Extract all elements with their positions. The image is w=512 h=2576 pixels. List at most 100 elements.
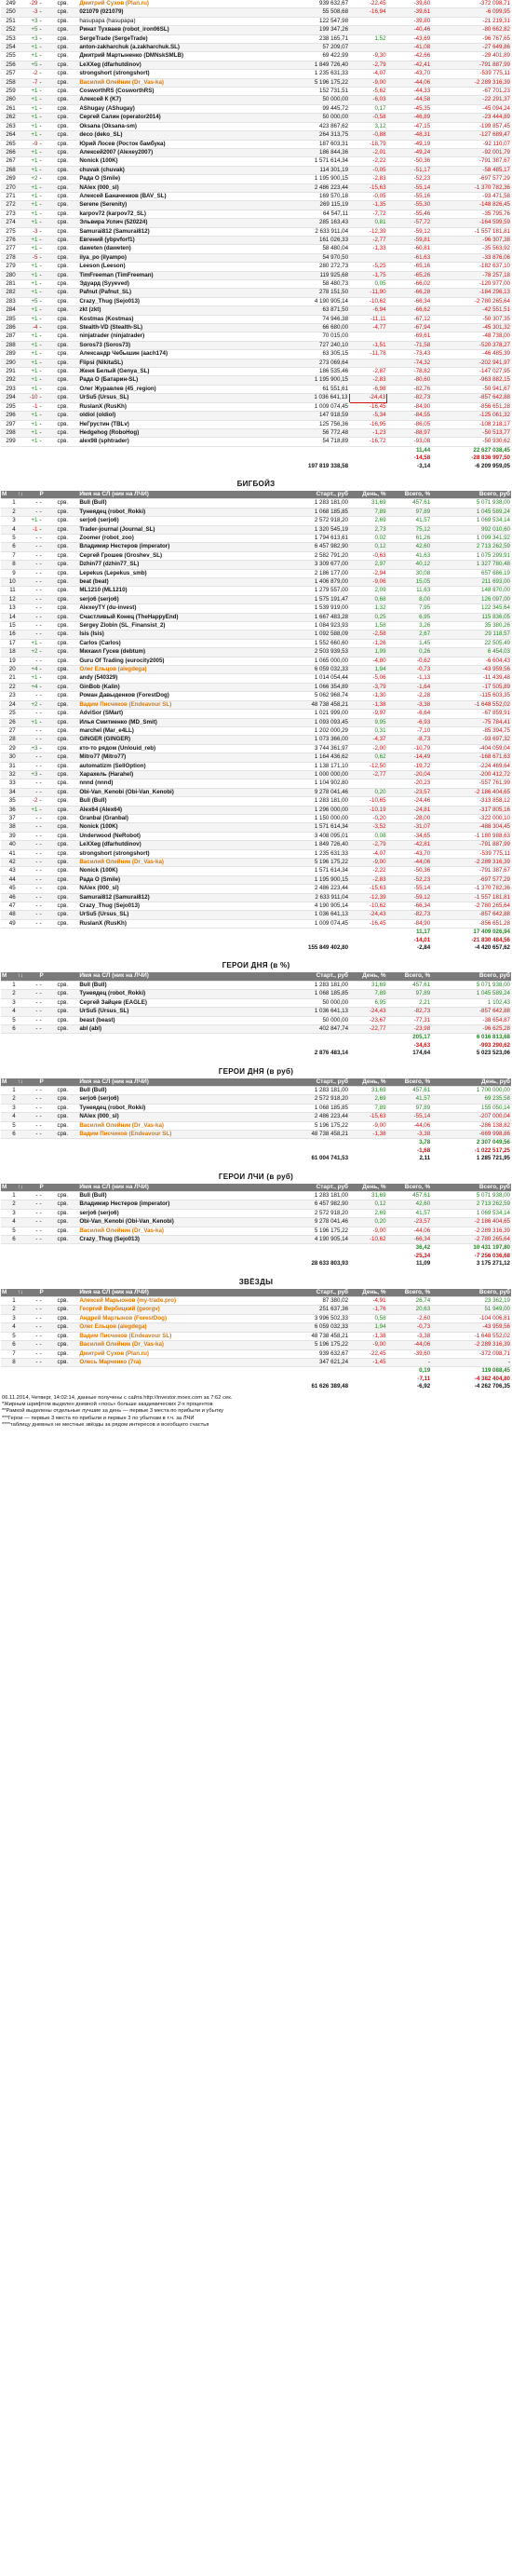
participant-name[interactable]: Guru Of Trading (eurocity2005) xyxy=(78,657,285,667)
participant-name[interactable]: UrSu5 (Ursus_SL) xyxy=(78,393,285,403)
participant-name[interactable]: Crazy_Thug (Sejo013) xyxy=(78,902,285,912)
participant-name[interactable]: UrSu5 (Ursus_SL) xyxy=(78,910,285,920)
participant-name[interactable]: Stealth-VD (Stealth-SL) xyxy=(78,323,285,333)
participant-name[interactable]: Алексей2007 (Alexey2007) xyxy=(78,148,285,158)
participant-name[interactable]: karpov72 (karpov72_SL) xyxy=(78,210,285,220)
column-header[interactable]: М xyxy=(1,1183,17,1192)
column-header[interactable]: Имя на СЛ (ник на ЛЧИ) xyxy=(78,1183,285,1192)
participant-name[interactable]: Ринат Тухваев (robot_iron06SL) xyxy=(78,25,285,35)
participant-name[interactable]: serjo6 (serjo6) xyxy=(78,595,285,605)
participant-name[interactable]: Женя Белый (Genya_SL) xyxy=(78,367,285,377)
participant-name[interactable]: ilya_po (ilyampo) xyxy=(78,253,285,264)
participant-name[interactable]: beat (beat) xyxy=(78,577,285,588)
participant-name[interactable]: НеГрустин (TBLv) xyxy=(78,420,285,429)
column-header[interactable] xyxy=(56,1183,79,1192)
participant-name[interactable]: Алексей К (K7) xyxy=(78,95,285,105)
participant-name[interactable]: marchel (Mar_e4LL) xyxy=(78,726,285,737)
participant-name[interactable]: GINGER (GINGER) xyxy=(78,735,285,745)
participant-name[interactable]: кто-то рядом (Unlouid_reb) xyxy=(78,744,285,754)
participant-name[interactable]: daweten (daweten) xyxy=(78,244,285,254)
participant-name[interactable]: Тунеядец (robot_Rokki) xyxy=(78,508,285,518)
column-header[interactable]: День, % xyxy=(349,1288,387,1298)
participant-name[interactable]: strongshort (strongshort) xyxy=(78,69,285,79)
participant-name[interactable]: Sergey Zlobin (SL_Finansist_2) xyxy=(78,621,285,631)
participant-name[interactable]: AdviSor (SMart) xyxy=(78,709,285,719)
participant-name[interactable]: NAlex (000_sl) xyxy=(78,183,285,193)
column-header[interactable]: Всего, руб xyxy=(431,1183,511,1192)
participant-name[interactable]: Андрей Мартынов (ForestDog) xyxy=(78,1314,285,1324)
participant-name[interactable]: LeXXeg (dfarhutdinov) xyxy=(78,61,285,71)
participant-name[interactable]: Рада О (Smile) xyxy=(78,875,285,886)
participant-name[interactable]: Олег Ельцов (alegdega) xyxy=(78,1322,285,1333)
participant-name[interactable]: RuslanX (RusKh) xyxy=(78,919,285,929)
participant-name[interactable]: Вадим Писчиков (Endeavour SL) xyxy=(78,700,285,711)
column-header[interactable]: Р xyxy=(38,1288,57,1298)
participant-name[interactable]: Олег Ельцов (alegdega) xyxy=(78,665,285,675)
participant-name[interactable]: Василий Олейник (Dr_Vas-ka) xyxy=(78,1227,285,1237)
column-header[interactable]: ↑↓ xyxy=(16,1183,39,1192)
participant-name[interactable]: Василий Олейник (Dr_Vas-ka) xyxy=(78,1340,285,1350)
column-header[interactable]: День, % xyxy=(349,490,387,500)
participant-name[interactable]: Leeson (Leeson) xyxy=(78,262,285,272)
participant-name[interactable]: Nonick (100K) xyxy=(78,866,285,876)
participant-name[interactable]: serjo6 (serjo6) xyxy=(78,1094,285,1105)
participant-name[interactable]: Trader-journal (Journal_SL) xyxy=(78,525,285,535)
column-header[interactable]: ↑↓ xyxy=(16,972,39,982)
column-header[interactable]: Всего, % xyxy=(386,972,432,982)
participant-name[interactable]: Дмитрий Сухов (Plan.ru) xyxy=(78,0,285,9)
column-header[interactable]: Имя на СЛ (ник на ЛЧИ) xyxy=(78,1288,285,1298)
participant-name[interactable]: Василий Олейник (Dr_Vas-ka) xyxy=(78,78,285,88)
participant-name[interactable]: zkt (zkt) xyxy=(78,305,285,316)
participant-name[interactable]: Bull (Bull) xyxy=(78,1191,285,1201)
participant-name[interactable]: Crazy_Thug (Sejo013) xyxy=(78,1235,285,1245)
participant-name[interactable]: NAlex (000_sl) xyxy=(78,884,285,894)
participant-name[interactable]: anton-zakharchuk (a.zakharchuk.SL) xyxy=(78,43,285,53)
participant-name[interactable]: AlexeyTY (du-invest) xyxy=(78,603,285,614)
participant-name[interactable]: Bull (Bull) xyxy=(78,981,285,991)
participant-name[interactable]: Underwood (NeRobot) xyxy=(78,832,285,842)
participant-name[interactable]: Счастливый Конец (TheHappyEnd) xyxy=(78,613,285,623)
participant-name[interactable]: Bull (Bull) xyxy=(78,1086,285,1096)
participant-name[interactable]: Роман Давыденков (ForestDog) xyxy=(78,691,285,701)
participant-name[interactable]: Илья Смитиенко (MD_Smit) xyxy=(78,718,285,727)
participant-name[interactable]: Харахель (Harahel) xyxy=(78,770,285,780)
participant-name[interactable]: Dzhin77 (dzhin77_SL) xyxy=(78,560,285,570)
participant-name[interactable]: Александр Чебышин (aach174) xyxy=(78,349,285,359)
column-header[interactable] xyxy=(56,1288,79,1298)
participant-name[interactable]: Дмитрий Мартыненко (DMNskSMLB) xyxy=(78,51,285,61)
participant-name[interactable]: Юрий Лосев (Росток бамбука) xyxy=(78,140,285,149)
participant-name[interactable]: Samurai812 (Samurai812) xyxy=(78,227,285,237)
participant-name[interactable]: Георгий Вербицкий (georgv) xyxy=(78,1305,285,1315)
column-header[interactable]: День, руб xyxy=(431,1078,511,1087)
participant-name[interactable]: Alex64 (Alex64) xyxy=(78,806,285,815)
column-header[interactable]: Всего, руб xyxy=(431,1288,511,1298)
participant-name[interactable]: Сергей Зайцев (EAGLE) xyxy=(78,998,285,1009)
participant-name[interactable]: Bull (Bull) xyxy=(78,796,285,807)
column-header[interactable]: Имя на СЛ (ник на ЛЧИ) xyxy=(78,1078,285,1087)
participant-name[interactable]: Рада О (Батарин-SL) xyxy=(78,375,285,386)
column-header[interactable]: Р xyxy=(38,972,57,982)
participant-name[interactable]: Сергей Салин (operator2014) xyxy=(78,113,285,123)
participant-name[interactable]: ML1210 (ML1210) xyxy=(78,586,285,596)
participant-name[interactable]: Nonick (100K) xyxy=(78,822,285,833)
participant-name[interactable]: serjo6 (serjo6) xyxy=(78,1209,285,1219)
participant-name[interactable]: Вадим Писчиков (Endeavour SL) xyxy=(78,1332,285,1342)
column-header[interactable]: День, % xyxy=(349,1183,387,1192)
participant-name[interactable]: Pafnut (Pafnut_SL) xyxy=(78,288,285,298)
column-header[interactable]: М xyxy=(1,490,17,500)
column-header[interactable]: М xyxy=(1,972,17,982)
column-header[interactable]: Старт., руб xyxy=(284,1288,350,1298)
participant-name[interactable]: Эльвира Успич (520224) xyxy=(78,218,285,228)
participant-name[interactable]: LeXXeg (dfarhutdinov) xyxy=(78,840,285,850)
column-header[interactable]: Старт., руб xyxy=(284,1183,350,1192)
column-header[interactable] xyxy=(56,1078,79,1087)
participant-name[interactable]: SergeTrade (SergeTrade) xyxy=(78,34,285,45)
participant-name[interactable]: Алексей Баначенков (BAV_SL) xyxy=(78,192,285,202)
column-header[interactable]: М xyxy=(1,1288,17,1298)
column-header[interactable]: Имя на СЛ (ник на ЛЧИ) xyxy=(78,490,285,500)
column-header[interactable] xyxy=(56,972,79,982)
participant-name[interactable]: automatizm (SellOption) xyxy=(78,762,285,771)
participant-name[interactable]: Алексей Марыонов (my-trade.pro) xyxy=(78,1296,285,1307)
column-header[interactable]: ↑↓ xyxy=(16,1288,39,1298)
column-header[interactable]: Имя на СЛ (ник на ЛЧИ) xyxy=(78,972,285,982)
